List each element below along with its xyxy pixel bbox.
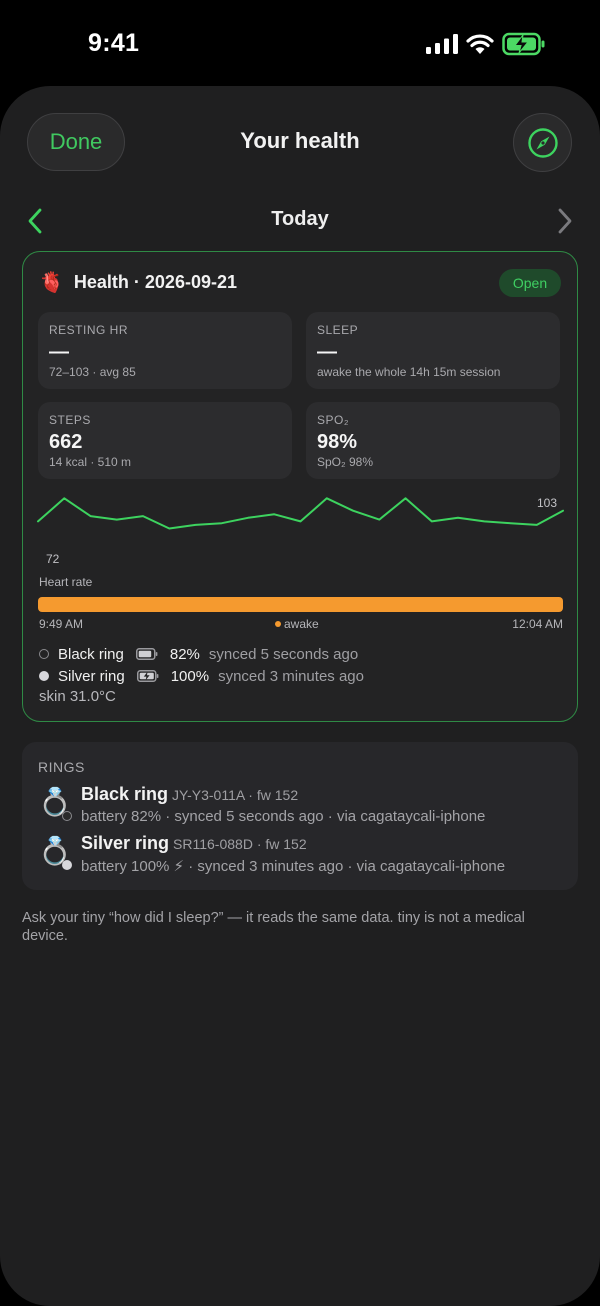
resting-hr-tile: RESTING HR — 72–103 · avg 85: [38, 312, 292, 389]
ring-item-name-line: Black ring JY-Y3-011A · fw 152: [81, 784, 298, 805]
open-badge[interactable]: Open: [499, 269, 561, 297]
ring-battery: 82%: [169, 645, 200, 663]
footnote: Ask your tiny “how did I sleep?” — it re…: [22, 910, 525, 944]
timeline-legend-label: awake: [284, 617, 319, 631]
skin-temperature: skin 31.0°C: [39, 688, 116, 705]
tile-subtext: 14 kcal · 510 m: [49, 455, 132, 469]
ring-item-detail: battery 82% · synced 5 seconds ago · via…: [81, 808, 486, 825]
silver-ring-dot-icon: [62, 860, 72, 870]
day-label: Today: [271, 208, 329, 230]
compass-button[interactable]: [513, 113, 572, 172]
spo2-tile: SPO₂ 98% SpO₂ 98%: [306, 402, 560, 479]
chart-max-label: 103: [537, 496, 557, 510]
ring-item-detail: battery 100% ⚡ · synced 3 minutes ago · …: [81, 858, 506, 875]
health-summary-card[interactable]: 🫀 Health · 2026-09-21 Open RESTING HR — …: [22, 251, 578, 722]
ring-sync: synced 3 minutes ago: [218, 667, 364, 685]
ring-status-silver: Silver ring 100% synced 3 minutes ago: [39, 666, 364, 686]
ring-item-black[interactable]: 💍 Black ring JY-Y3-011A · fw 152 battery …: [38, 784, 568, 828]
steps-tile: STEPS 662 14 kcal · 510 m: [38, 402, 292, 479]
ring-item-serial: SR116-088D · fw 152: [173, 836, 307, 852]
timeline-legend: awake: [275, 617, 319, 631]
tile-value: —: [317, 341, 337, 363]
chart-caption: Heart rate: [39, 575, 93, 589]
card-header: 🫀 Health · 2026-09-21: [39, 270, 237, 295]
tile-subtext: 72–103 · avg 85: [49, 365, 136, 379]
tile-value: 662: [49, 431, 83, 453]
sleep-tile: SLEEP — awake the whole 14h 15m session: [306, 312, 560, 389]
heart-rate-chart: 72 103: [37, 496, 564, 566]
card-title: Health · 2026-09-21: [73, 272, 237, 292]
tile-value: —: [49, 341, 69, 363]
sleep-timeline: 9:49 AM awake 12:04 AM: [39, 617, 563, 633]
timeline-start: 9:49 AM: [39, 617, 84, 631]
battery-icon: [135, 648, 158, 660]
battery-charging-icon: [136, 670, 159, 682]
rings-section: RINGS 💍 Black ring JY-Y3-011A · fw 152 ba…: [22, 742, 578, 890]
status-bar: 9:41: [0, 0, 600, 88]
page-title: Your health: [240, 128, 360, 153]
compass-icon: [527, 127, 558, 158]
ring-item-serial: JY-Y3-011A · fw 152: [172, 787, 299, 803]
sleep-stage-bar: [38, 597, 563, 612]
chart-min-label: 72: [46, 552, 60, 566]
black-ring-dot-icon: [39, 649, 49, 659]
tile-subtext: SpO₂ 98%: [317, 455, 374, 469]
ring-name: Black ring: [58, 645, 124, 663]
timeline-end: 12:04 AM: [512, 617, 563, 631]
ring-item-silver[interactable]: 💍 Silver ring SR116-088D · fw 152 battery…: [38, 833, 568, 877]
black-ring-dot-icon: [62, 811, 72, 821]
ring-item-name: Silver ring: [81, 833, 170, 853]
tile-label: STEPS: [49, 413, 91, 427]
rings-section-title: RINGS: [38, 759, 85, 775]
awake-dot-icon: [275, 620, 281, 627]
ring-name: Silver ring: [58, 667, 125, 685]
silver-ring-dot-icon: [39, 671, 49, 681]
status-icons: [426, 31, 546, 57]
heart-rate-line: [37, 497, 564, 530]
battery-charging-icon: [502, 32, 545, 56]
next-day-chevron-icon[interactable]: [555, 207, 575, 235]
tile-label: RESTING HR: [49, 323, 129, 337]
anatomical-heart-icon: 🫀: [39, 272, 64, 294]
status-time: 9:41: [88, 29, 140, 57]
ring-sync: synced 5 seconds ago: [208, 645, 359, 663]
health-sheet: Done Your health Today 🫀 Health · 2026-0…: [0, 86, 600, 1306]
ring-status-black: Black ring 82% synced 5 seconds ago: [39, 644, 358, 664]
tile-value: 98%: [317, 431, 358, 453]
wifi-icon: [466, 34, 494, 54]
ring-item-name: Black ring: [81, 784, 169, 804]
ring-item-name-line: Silver ring SR116-088D · fw 152: [81, 833, 307, 854]
tile-label: SPO₂: [317, 413, 349, 427]
cellular-signal-icon: [426, 34, 458, 54]
tile-label: SLEEP: [317, 323, 359, 337]
ring-battery: 100%: [170, 667, 210, 685]
tile-subtext: awake the whole 14h 15m session: [317, 365, 501, 379]
